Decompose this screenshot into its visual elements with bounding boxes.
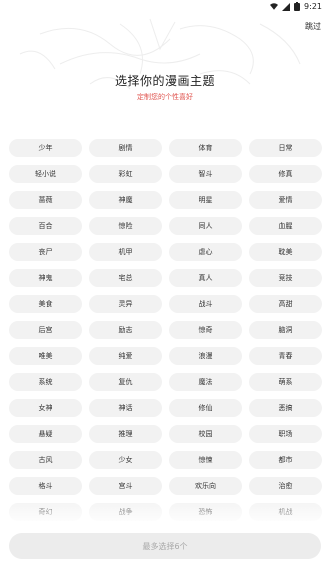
topic-tag[interactable]: 宫斗 — [89, 477, 162, 495]
topic-tag[interactable]: 智斗 — [169, 165, 242, 183]
topic-tag[interactable]: 治愈 — [249, 477, 322, 495]
topic-tag[interactable]: 浪漫 — [169, 347, 242, 365]
topic-tag[interactable]: 百合 — [9, 217, 82, 235]
topic-tag[interactable]: 战争 — [89, 503, 162, 521]
topic-tag[interactable]: 明星 — [169, 191, 242, 209]
status-bar: 9:21 — [0, 0, 330, 14]
status-time: 9:21 — [304, 2, 322, 11]
topic-tag[interactable]: 惊悚 — [169, 451, 242, 469]
topic-tag[interactable]: 虐心 — [169, 243, 242, 261]
bottom-bar: 最多选择6个 — [0, 521, 330, 577]
topic-tag[interactable]: 萌系 — [249, 373, 322, 391]
topic-tag[interactable]: 轻小说 — [9, 165, 82, 183]
topic-tag[interactable]: 少年 — [9, 139, 82, 157]
header-illustration — [0, 14, 330, 124]
topic-tag[interactable]: 剧情 — [89, 139, 162, 157]
topic-tag[interactable]: 悬疑 — [9, 425, 82, 443]
topic-tag[interactable]: 神魔 — [89, 191, 162, 209]
topic-tag[interactable]: 神话 — [89, 399, 162, 417]
topic-tag[interactable]: 唯美 — [9, 347, 82, 365]
battery-icon — [294, 1, 301, 11]
topic-tag[interactable]: 宅总 — [89, 269, 162, 287]
topic-tag[interactable]: 美食 — [9, 295, 82, 313]
topic-tag[interactable]: 女神 — [9, 399, 82, 417]
topic-tag[interactable]: 神鬼 — [9, 269, 82, 287]
topic-tag[interactable]: 古风 — [9, 451, 82, 469]
topic-tag[interactable]: 同人 — [169, 217, 242, 235]
topic-tag[interactable]: 脑洞 — [249, 321, 322, 339]
topic-tag[interactable]: 恶搞 — [249, 399, 322, 417]
topic-tag[interactable]: 欢乐向 — [169, 477, 242, 495]
topic-tag[interactable]: 纯爱 — [89, 347, 162, 365]
topic-tag[interactable]: 惊险 — [89, 217, 162, 235]
topic-tag[interactable]: 系统 — [9, 373, 82, 391]
topic-tag[interactable]: 战斗 — [169, 295, 242, 313]
topic-tag[interactable]: 血腥 — [249, 217, 322, 235]
topic-tag[interactable]: 日常 — [249, 139, 322, 157]
topic-tag[interactable]: 复仇 — [89, 373, 162, 391]
topic-tag[interactable]: 校园 — [169, 425, 242, 443]
topic-tag[interactable]: 机甲 — [89, 243, 162, 261]
topic-grid: 少年 剧情 体育 日常轻小说 彩虹 智斗 修真蔷薇 神魔 明星 爱情百合 惊险 同人 血腥丧尸 机甲 虐心耽… — [9, 139, 322, 521]
topic-tag[interactable]: 都市 — [249, 451, 322, 469]
wifi-icon — [270, 3, 279, 10]
topic-tag[interactable]: 格斗 — [9, 477, 82, 495]
topic-tag[interactable]: 丧尸 — [9, 243, 82, 261]
topic-tag[interactable]: 青春 — [249, 347, 322, 365]
topic-tag[interactable]: 职场 — [249, 425, 322, 443]
topic-tag[interactable]: 推理 — [89, 425, 162, 443]
topic-tag[interactable]: 耽美 — [249, 243, 322, 261]
topic-tag[interactable]: 彩虹 — [89, 165, 162, 183]
page-title: 选择你的漫画主题 — [114, 74, 215, 88]
topic-tag[interactable]: 爱情 — [249, 191, 322, 209]
topic-tag[interactable]: 体育 — [169, 139, 242, 157]
topic-tag[interactable]: 励志 — [89, 321, 162, 339]
topic-tag[interactable]: 蔷薇 — [9, 191, 82, 209]
topic-tag[interactable]: 后宫 — [9, 321, 82, 339]
topic-tag[interactable]: 机战 — [249, 503, 322, 521]
confirm-button[interactable]: 最多选择6个 — [9, 533, 321, 559]
topic-tag[interactable]: 惊奇 — [169, 321, 242, 339]
page-subtitle: 定制您的个性喜好 — [137, 93, 193, 101]
topic-tag[interactable]: 恐怖 — [169, 503, 242, 521]
signal-icon — [282, 2, 291, 11]
topic-tag[interactable]: 奇幻 — [9, 503, 82, 521]
topic-tag[interactable]: 灵异 — [89, 295, 162, 313]
topic-tag[interactable]: 竞技 — [249, 269, 322, 287]
topic-tag[interactable]: 修仙 — [169, 399, 242, 417]
topic-tag[interactable]: 真人 — [169, 269, 242, 287]
topic-tag[interactable]: 高甜 — [249, 295, 322, 313]
topic-tag[interactable]: 少女 — [89, 451, 162, 469]
topic-tag[interactable]: 修真 — [249, 165, 322, 183]
skip-button[interactable]: 跳过 — [305, 21, 321, 32]
topic-tag[interactable]: 魔法 — [169, 373, 242, 391]
